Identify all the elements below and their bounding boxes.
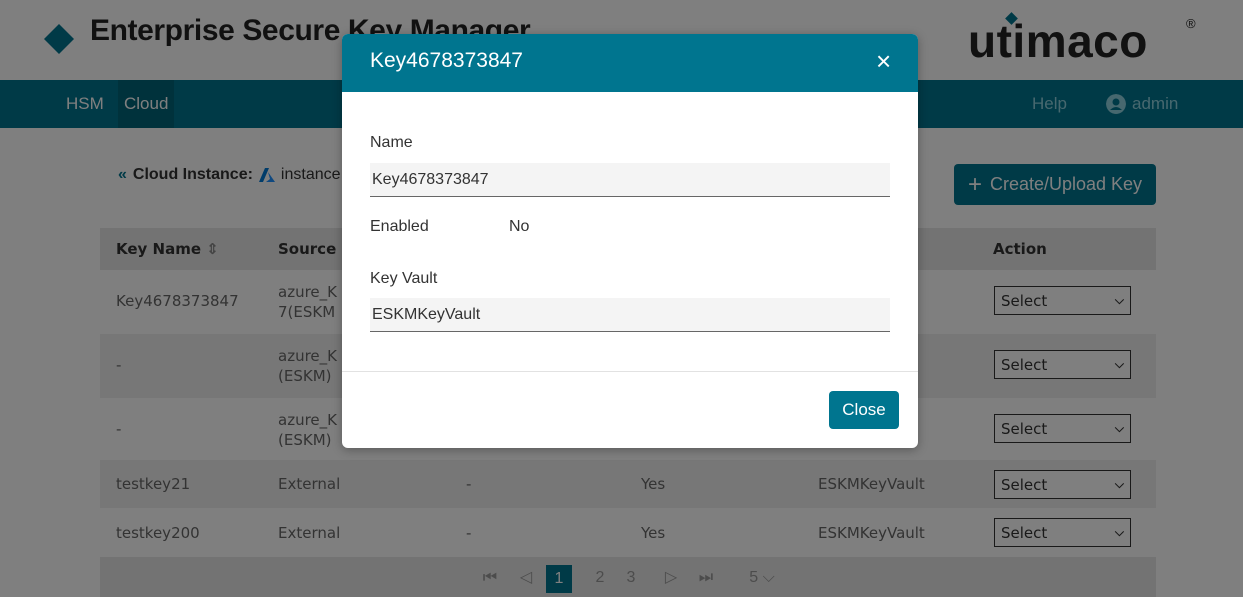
enabled-value: No [509,218,530,235]
key-details-dialog: Key4678373847 × Name Key4678373847 Enabl… [342,34,918,448]
name-field[interactable]: Key4678373847 [370,163,890,197]
dialog-header: Key4678373847 × [342,34,918,92]
key-vault-field[interactable]: ESKMKeyVault [370,298,890,332]
key-vault-label: Key Vault [370,270,438,287]
enabled-label: Enabled [370,218,429,235]
dialog-footer-divider [342,371,918,372]
name-label: Name [370,134,413,151]
close-button[interactable]: Close [829,391,899,429]
close-icon[interactable]: × [876,46,891,76]
dialog-title: Key4678373847 [370,49,523,72]
